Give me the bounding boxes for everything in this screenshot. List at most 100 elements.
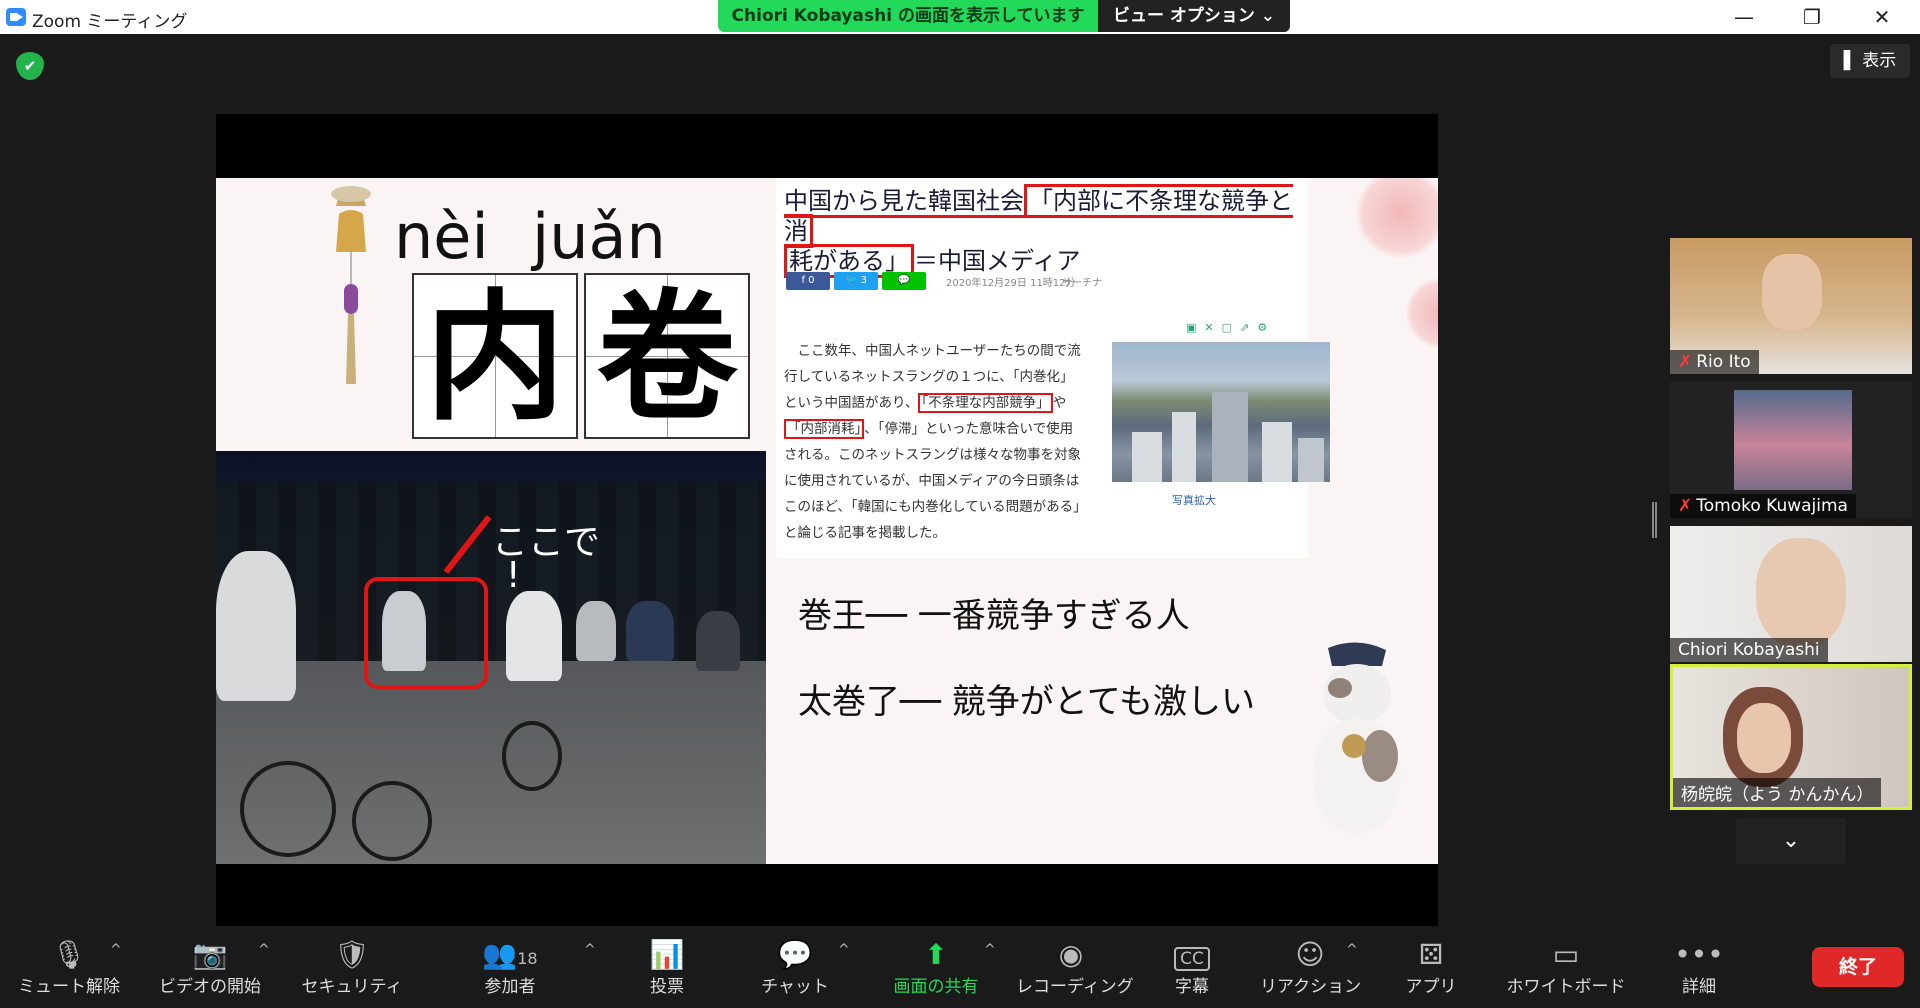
participant-face — [1756, 538, 1846, 648]
encryption-shield-icon[interactable]: ✔ — [16, 52, 44, 80]
article-headline: 中国から見た韓国社会 「内部に不条理な競争と消 耗がある」 ＝中国メディア — [784, 184, 1304, 278]
seoul-city-photo — [1112, 342, 1330, 482]
photo-building — [1262, 422, 1292, 482]
share-caret-icon[interactable]: ^ — [984, 942, 996, 958]
participant-name: 杨皖皖（よう かんかん） — [1673, 778, 1882, 807]
video-off-icon: 📷 — [192, 938, 228, 971]
shared-slide: nèi juǎn 内 卷 ここで ! 中国から見た韓国社会 「内部に不条理な競争と… — [216, 178, 1438, 864]
participant-name: ✗ Rio Ito — [1670, 350, 1759, 374]
body-boxed-1: 「不条理な内部競争」 — [918, 393, 1053, 413]
facebook-icon: f — [801, 275, 805, 286]
captions-button[interactable]: CC 字幕 — [1150, 930, 1234, 1008]
smiley-plus-icon: ☺ — [1295, 938, 1325, 971]
security-label: セキュリティ — [301, 977, 403, 997]
recording-button[interactable]: ◉ レコーディング — [1016, 930, 1134, 1008]
wind-chime-illustration — [331, 186, 371, 384]
participant-name-text: 杨皖皖（よう かんかん） — [1681, 785, 1874, 805]
participant-name-text: Tomoko Kuwajima — [1696, 496, 1848, 516]
article-source: サーチナ — [1062, 278, 1102, 289]
close-button[interactable]: ✕ — [1852, 0, 1912, 34]
article-body: ここ数年、中国人ネットユーザーたちの間で流行しているネットスラングの１つに、「内… — [784, 338, 1086, 546]
participant-face — [1737, 703, 1791, 773]
panel-resize-handle[interactable] — [1652, 502, 1657, 538]
reactions-caret-icon[interactable]: ^ — [1346, 942, 1358, 958]
meeting-toolbar: 🎙 ミュート解除 ^ 📷 ビデオの開始 ^ 🛡 セキュリティ 👥18 参加者 ^ 📊 投票… — [0, 930, 1920, 1008]
participant-name-text: Chiori Kobayashi — [1678, 640, 1820, 660]
participant-tile[interactable]: ✗ Rio Ito — [1670, 238, 1912, 374]
participant-tile-active-speaker[interactable]: 杨皖皖（よう かんかん） — [1670, 664, 1912, 810]
view-options-button[interactable]: ビュー オプション ⌄ — [1098, 0, 1290, 32]
reactions-button[interactable]: ☺ リアクション — [1260, 930, 1362, 1008]
participant-avatar-image — [1734, 390, 1852, 490]
body-boxed-2: 「内部消耗」 — [784, 419, 865, 439]
photo-callout-mark: ! — [506, 555, 521, 596]
chat-caret-icon[interactable]: ^ — [838, 942, 850, 958]
window-title: Zoom ミーティング — [32, 12, 188, 32]
cc-icon: CC — [1150, 930, 1234, 974]
reactions-label: リアクション — [1260, 977, 1362, 997]
security-button[interactable]: 🛡 セキュリティ — [300, 930, 404, 1008]
chat-label: チャット — [761, 977, 829, 997]
photo-trees — [216, 481, 766, 681]
photo-rider — [696, 611, 740, 671]
bar-chart-icon: 📊 — [649, 938, 685, 971]
chat-button[interactable]: 💬 チャット — [748, 930, 842, 1008]
share-up-arrow-icon: ⬆ — [924, 938, 948, 971]
show-label: 表示 — [1862, 51, 1897, 71]
participants-button[interactable]: 👥18 参加者 — [460, 930, 560, 1008]
polls-label: 投票 — [650, 977, 684, 997]
muted-microphone-icon: 🎙 — [51, 938, 87, 971]
unmute-label: ミュート解除 — [18, 977, 120, 997]
apps-button[interactable]: ⚄ アプリ — [1386, 930, 1476, 1008]
participant-name-text: Rio Ito — [1696, 352, 1751, 372]
screen-share-banner: Chiori Kobayashi の画面を表示しています — [718, 0, 1098, 32]
image-caption: 写真拡大 — [1172, 494, 1216, 507]
minimize-button[interactable]: — — [1714, 0, 1774, 34]
end-meeting-button[interactable]: 終了 — [1812, 947, 1904, 987]
muted-mic-icon: ✗ — [1678, 352, 1693, 372]
chat-bubble-icon: 💬 — [777, 938, 813, 971]
participant-name: ✗ Tomoko Kuwajima — [1670, 494, 1856, 518]
participants-caret-icon[interactable]: ^ — [584, 942, 596, 958]
polls-button[interactable]: 📊 投票 — [622, 930, 712, 1008]
audio-options-caret-icon[interactable]: ^ — [110, 942, 122, 958]
shield-icon: 🛡 — [334, 938, 370, 971]
panel-icon: ▌ — [1843, 51, 1857, 71]
record-icon: ◉ — [1058, 938, 1084, 971]
photo-wheel — [502, 721, 562, 791]
article-date: 2020年12月29日 11時12分 — [946, 278, 1076, 289]
flower-decoration — [1406, 278, 1438, 348]
show-panel-button[interactable]: ▌ 表示 — [1830, 44, 1910, 78]
photo-building — [1212, 392, 1248, 482]
participant-tile[interactable]: ✗ Tomoko Kuwajima — [1670, 382, 1912, 518]
apps-icon: ⚄ — [1418, 938, 1444, 971]
restore-button[interactable]: ❐ — [1782, 0, 1842, 34]
participant-name: Chiori Kobayashi — [1670, 638, 1828, 662]
whiteboard-button[interactable]: ▭ ホワイトボード — [1504, 930, 1628, 1008]
photo-building — [1132, 432, 1162, 482]
participant-tile[interactable]: Chiori Kobayashi — [1670, 526, 1912, 662]
share-screen-label: 画面の共有 — [893, 977, 979, 997]
whiteboard-label: ホワイトボード — [1506, 977, 1626, 997]
more-button[interactable]: ••• 詳細 — [1656, 930, 1742, 1008]
facebook-count: 0 — [808, 275, 815, 286]
photo-wheel — [240, 761, 336, 857]
highlight-box — [364, 577, 488, 689]
video-options-caret-icon[interactable]: ^ — [258, 942, 270, 958]
photo-building — [1172, 412, 1196, 482]
news-article: 中国から見た韓国社会 「内部に不条理な競争と消 耗がある」 ＝中国メディア f 0 … — [776, 178, 1330, 558]
participants-count: 18 — [517, 949, 538, 968]
unmute-button[interactable]: 🎙 ミュート解除 — [14, 930, 124, 1008]
character-juan: 卷 — [596, 276, 737, 440]
flower-decoration — [1356, 178, 1438, 258]
body-text-3: 、「停滞」といった意味合いで使用される。このネットスラングは様々な物事を対象に使… — [784, 421, 1081, 541]
scroll-participants-chevron-down-icon[interactable]: ⌄ — [1736, 818, 1846, 864]
photo-rider — [506, 591, 562, 681]
share-screen-button[interactable]: ⬆ 画面の共有 — [876, 930, 996, 1008]
headline-suffix: ＝中国メディア — [914, 247, 1081, 275]
zoom-camera-icon — [6, 8, 26, 26]
start-video-button[interactable]: 📷 ビデオの開始 — [148, 930, 272, 1008]
recording-label: レコーディング — [1016, 977, 1134, 997]
character-box-juan: 卷 — [584, 273, 750, 440]
captions-label: 字幕 — [1175, 977, 1209, 997]
